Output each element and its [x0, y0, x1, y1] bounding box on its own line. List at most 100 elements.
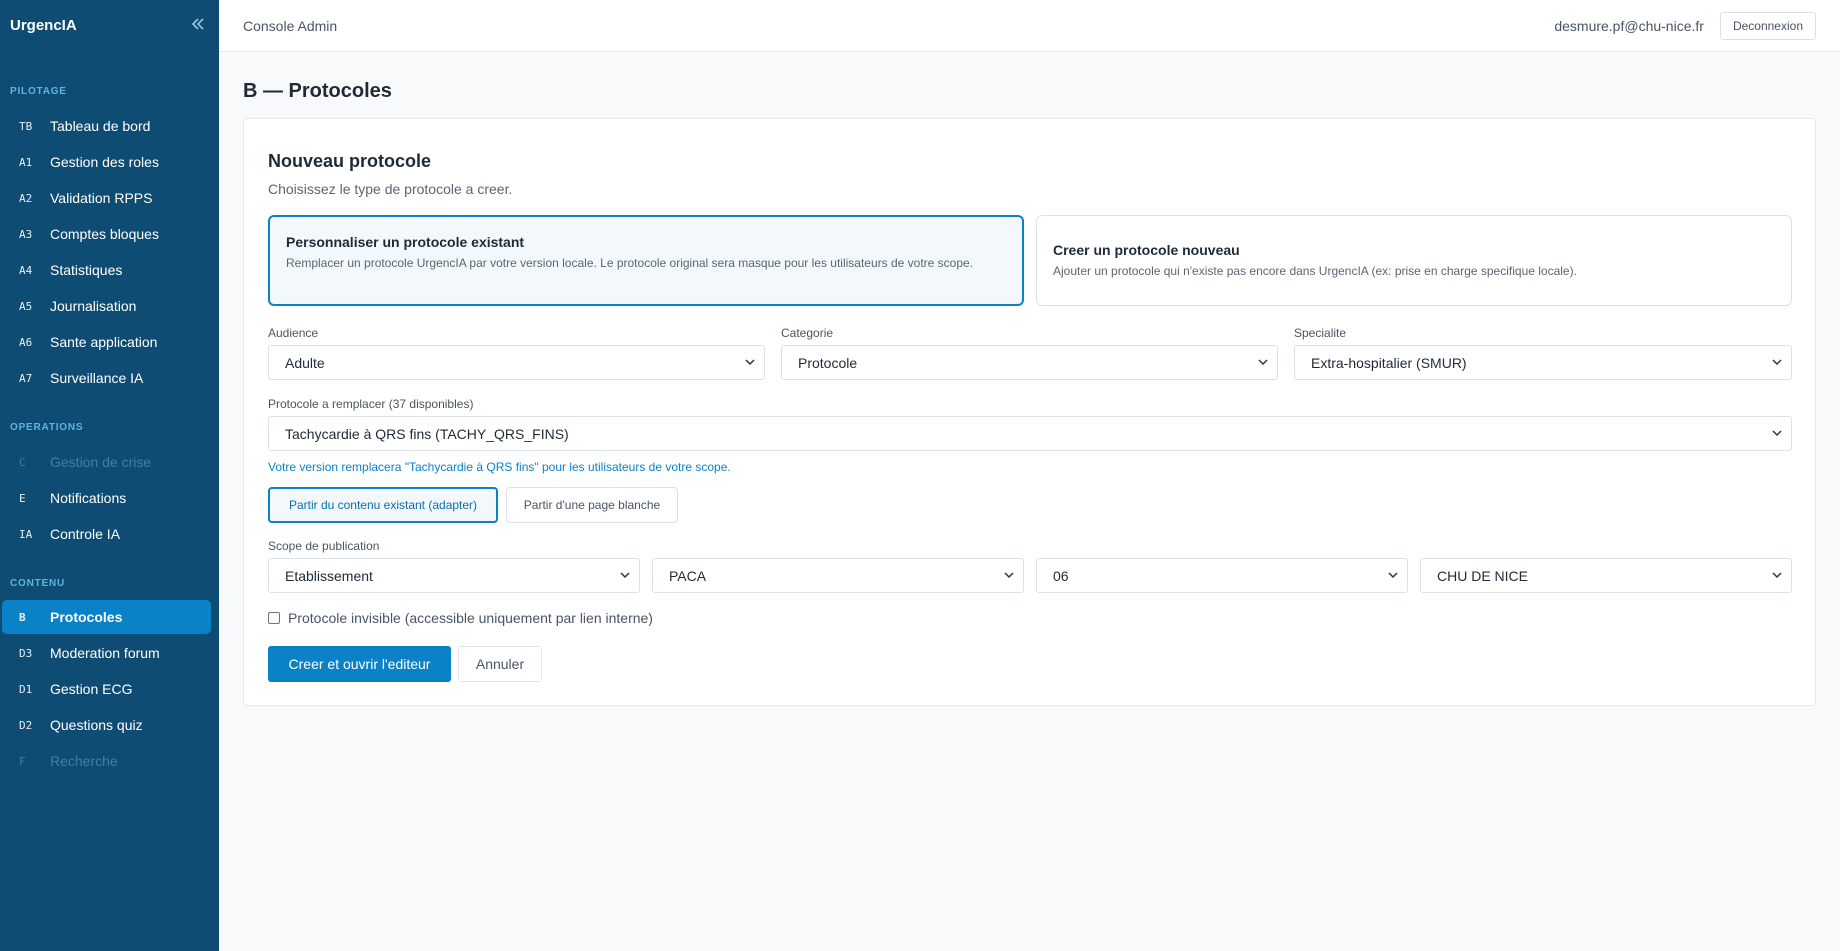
sidebar-item-validation-rpps[interactable]: A2 Validation RPPS [2, 181, 211, 215]
replace-hint: Votre version remplacera "Tachycardie à … [268, 460, 731, 474]
nav-label: Notifications [50, 490, 127, 506]
protocole-label: Protocole a remplacer (37 disponibles) [268, 397, 474, 411]
scope-level-select[interactable]: Etablissement [268, 558, 640, 593]
nav-label: Gestion ECG [50, 681, 133, 697]
sidebar-item-questions-quiz[interactable]: D2 Questions quiz [2, 708, 211, 742]
audience-value: Adulte [285, 354, 325, 371]
sidebar-item-statistiques[interactable]: A4 Statistiques [2, 253, 211, 287]
nav-code: A1 [19, 155, 33, 169]
nav-label: Tableau de bord [50, 118, 151, 134]
nav-code: TB [19, 119, 33, 133]
sidebar-item-tableau-de-bord[interactable]: TB Tableau de bord [2, 109, 211, 143]
scope-level-value: Etablissement [285, 567, 373, 584]
console-title: Console Admin [243, 17, 338, 34]
nav-code: B [19, 610, 26, 624]
sidebar: UrgencIA PILOTAGE TB Tableau de bord A1 Ge… [0, 0, 219, 951]
form-title: Nouveau protocole [268, 151, 432, 171]
nav-code: A3 [19, 227, 33, 241]
audience-select[interactable]: Adulte [268, 345, 765, 380]
nav-label: Surveillance IA [50, 370, 144, 386]
section-operations: OPERATIONS [10, 422, 84, 433]
nav-label: Gestion des roles [50, 154, 159, 170]
scope-etablissement-select[interactable]: CHU DE NICE [1420, 558, 1792, 593]
nav-label: Questions quiz [50, 717, 143, 733]
nav-label: Statistiques [50, 262, 123, 278]
sidebar-item-comptes-bloques[interactable]: A3 Comptes bloques [2, 217, 211, 251]
nav-code: IA [19, 527, 33, 541]
nav-label: Recherche [50, 753, 118, 769]
nav-code: A6 [19, 335, 33, 349]
cancel-button[interactable]: Annuler [458, 646, 542, 682]
categorie-select[interactable]: Protocole [781, 345, 1278, 380]
main-content: Console Admin desmure.pf@chu-nice.fr Dec… [219, 0, 1840, 951]
invisible-option: Protocole invisible (accessible uniqueme… [268, 610, 653, 626]
logout-button[interactable]: Deconnexion [1719, 11, 1816, 40]
sidebar-item-recherche: F Recherche [2, 744, 211, 778]
new-protocol-card: Nouveau protocole Choisissez le type de … [243, 118, 1816, 706]
create-and-open-editor-button[interactable]: Creer et ouvrir l'editeur [268, 646, 451, 682]
sidebar-item-journalisation[interactable]: A5 Journalisation [2, 289, 211, 323]
chevron-down-icon [1388, 572, 1398, 579]
nav-label: Controle IA [50, 526, 121, 542]
scope-label: Scope de publication [268, 539, 380, 553]
nav-code: A7 [19, 371, 33, 385]
categorie-label: Categorie [781, 326, 834, 340]
app-brand: UrgencIA [10, 16, 77, 34]
page-title: B — Protocoles [243, 80, 392, 102]
sidebar-item-gestion-des-roles[interactable]: A1 Gestion des roles [2, 145, 211, 179]
nav-label: Sante application [50, 334, 158, 350]
audience-label: Audience [268, 326, 319, 340]
sidebar-item-notifications[interactable]: E Notifications [2, 481, 211, 515]
sidebar-item-moderation-forum[interactable]: D3 Moderation forum [2, 636, 211, 670]
sidebar-item-surveillance-ia[interactable]: A7 Surveillance IA [2, 361, 211, 395]
nav-label: Validation RPPS [50, 190, 153, 206]
scope-etablissement-value: CHU DE NICE [1437, 567, 1529, 584]
nav-label: Journalisation [50, 298, 137, 314]
option-customize-existing[interactable]: Personnaliser un protocole existant Remp… [268, 215, 1024, 306]
categorie-value: Protocole [798, 354, 858, 371]
nav-label: Protocoles [50, 609, 123, 625]
mode-adapt-button[interactable]: Partir du contenu existant (adapter) [268, 487, 498, 523]
chevron-down-icon [745, 359, 755, 366]
invisible-label: Protocole invisible (accessible uniqueme… [288, 610, 653, 626]
section-contenu: CONTENU [10, 578, 66, 589]
option-title: Personnaliser un protocole existant [286, 234, 525, 250]
chevron-down-icon [1258, 359, 1268, 366]
option-title: Creer un protocole nouveau [1053, 242, 1240, 258]
nav-label: Moderation forum [50, 645, 160, 661]
user-email: desmure.pf@chu-nice.fr [1554, 17, 1704, 34]
protocole-value: Tachycardie à QRS fins (TACHY_QRS_FINS) [285, 425, 569, 442]
sidebar-item-protocoles[interactable]: B Protocoles [2, 600, 211, 634]
scope-region-value: PACA [669, 567, 707, 584]
chevron-down-icon [620, 572, 630, 579]
chevron-down-icon [1772, 430, 1782, 437]
nav-code: F [19, 754, 26, 768]
invisible-checkbox[interactable] [268, 612, 280, 624]
sidebar-item-gestion-ecg[interactable]: D1 Gestion ECG [2, 672, 211, 706]
nav-code: A5 [19, 299, 33, 313]
section-pilotage: PILOTAGE [10, 86, 67, 97]
mode-blank-button[interactable]: Partir d'une page blanche [506, 487, 678, 523]
specialite-select[interactable]: Extra-hospitalier (SMUR) [1294, 345, 1792, 380]
form-subtitle: Choisissez le type de protocole a creer. [268, 181, 513, 197]
nav-code: C [19, 455, 26, 469]
nav-code: A4 [19, 263, 33, 277]
scope-region-select[interactable]: PACA [652, 558, 1024, 593]
nav-code: D3 [19, 646, 33, 660]
specialite-value: Extra-hospitalier (SMUR) [1311, 354, 1467, 371]
user-area: desmure.pf@chu-nice.fr Deconnexion [1554, 11, 1816, 40]
protocole-select[interactable]: Tachycardie à QRS fins (TACHY_QRS_FINS) [268, 416, 1792, 451]
option-description: Ajouter un protocole qui n'existe pas en… [1053, 264, 1577, 278]
scope-departement-select[interactable]: 06 [1036, 558, 1408, 593]
collapse-sidebar-icon[interactable] [187, 15, 209, 36]
sidebar-header: UrgencIA [0, 0, 219, 50]
specialite-label: Specialite [1294, 326, 1347, 340]
option-create-new[interactable]: Creer un protocole nouveau Ajouter un pr… [1036, 215, 1792, 306]
chevron-down-icon [1772, 572, 1782, 579]
chevron-down-icon [1004, 572, 1014, 579]
sidebar-item-controle-ia[interactable]: IA Controle IA [2, 517, 211, 551]
sidebar-item-sante-application[interactable]: A6 Sante application [2, 325, 211, 359]
sidebar-item-gestion-de-crise: C Gestion de crise [2, 445, 211, 479]
topbar: Console Admin desmure.pf@chu-nice.fr Dec… [219, 0, 1840, 52]
nav-code: A2 [19, 191, 33, 205]
